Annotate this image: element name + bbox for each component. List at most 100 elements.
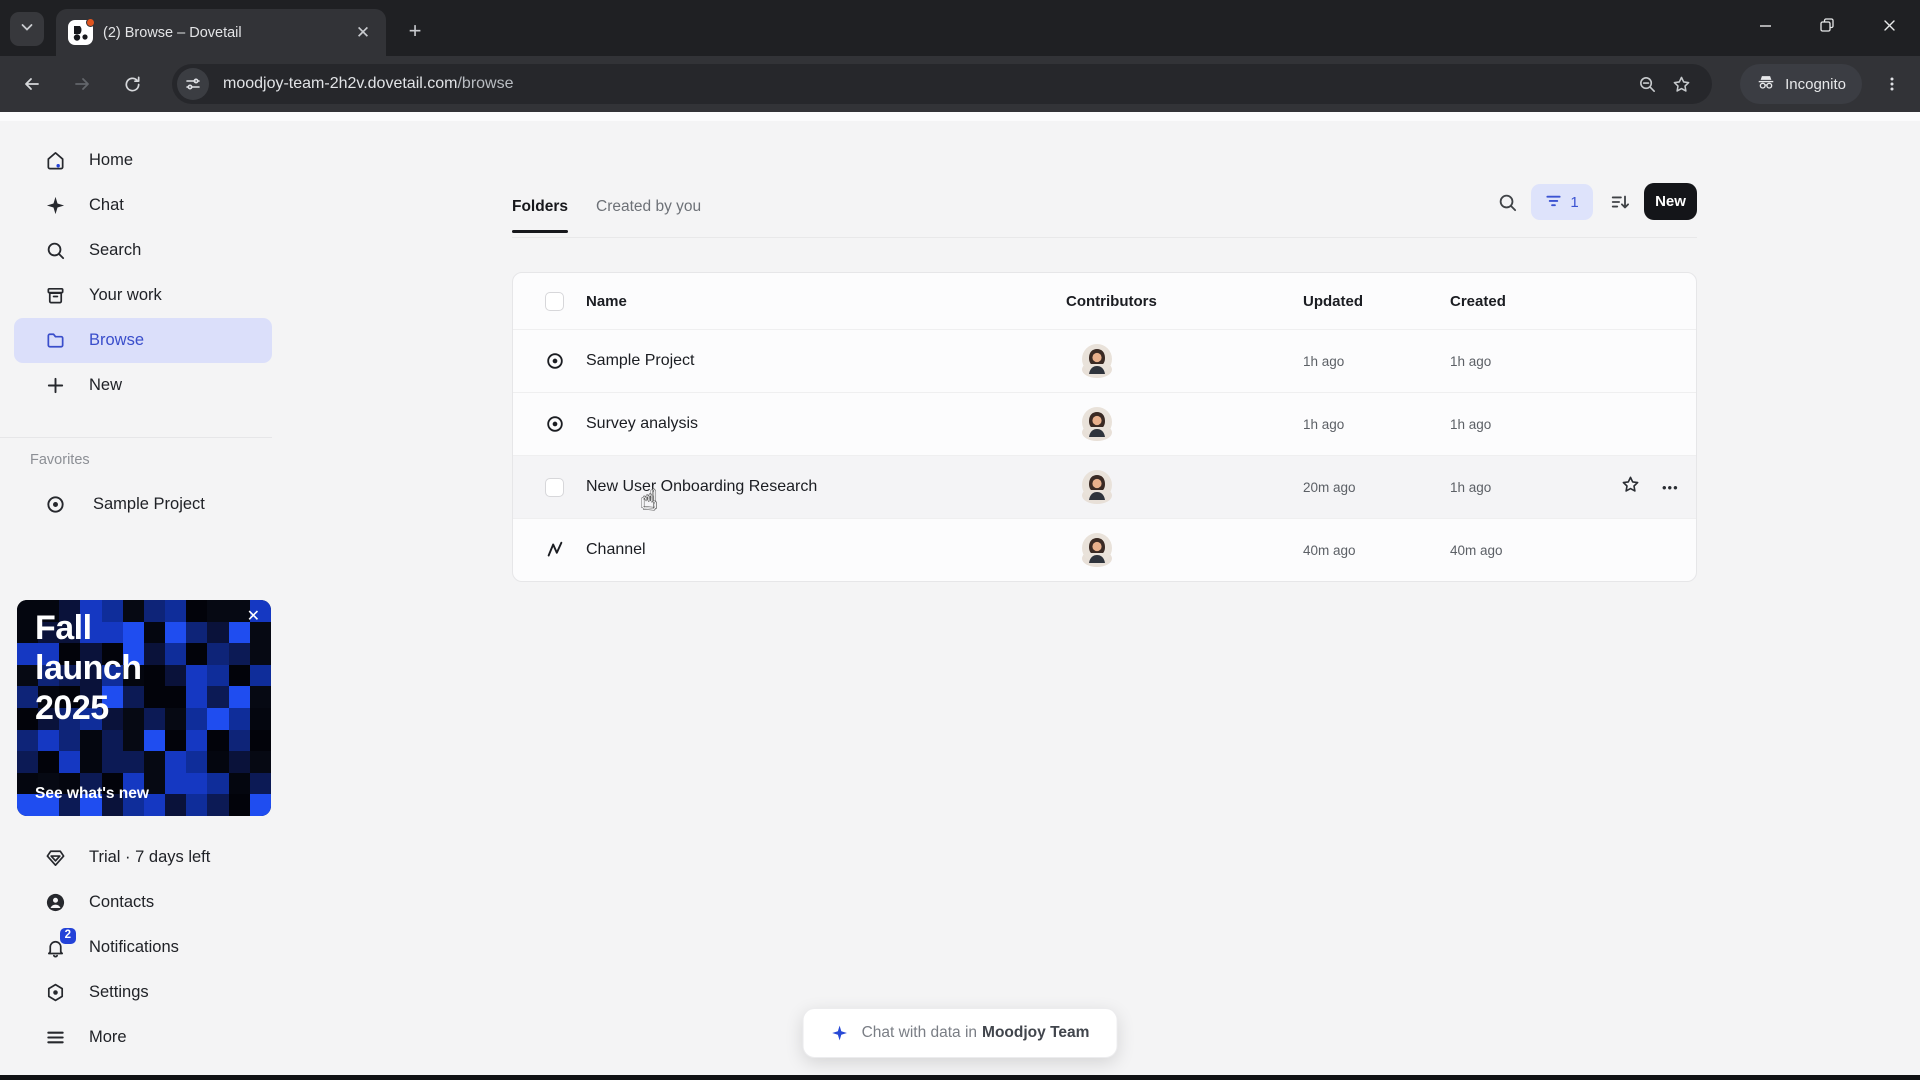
zoom-out-icon[interactable] [1630, 67, 1664, 101]
favorites-heading: Favorites [30, 452, 90, 468]
column-header-updated[interactable]: Updated [1293, 293, 1438, 310]
table-row[interactable]: Channel 40m ago 40m ago [513, 518, 1696, 581]
favorite-star-icon[interactable] [1621, 475, 1640, 499]
tab-folders[interactable]: Folders [512, 198, 568, 233]
search-icon [44, 240, 66, 261]
sidebar-item-label: New [89, 376, 123, 394]
chevron-down-icon [20, 20, 34, 39]
forward-button[interactable] [66, 68, 98, 100]
new-tab-button[interactable]: + [400, 16, 430, 46]
sidebar-item-trial[interactable]: Trial · 7 days left [14, 835, 272, 880]
contributor-avatar [1082, 343, 1112, 378]
promo-close-icon[interactable]: ✕ [247, 606, 260, 626]
sidebar-item-label: Your work [89, 286, 162, 304]
sidebar-footer: Trial · 7 days left Contacts 2 Notificat… [0, 835, 290, 1060]
project-target-icon [545, 351, 565, 371]
back-button[interactable] [16, 68, 48, 100]
row-updated: 1h ago [1303, 416, 1345, 432]
row-name[interactable]: Survey analysis [573, 415, 1053, 433]
sidebar-nav: Home Chat Search Your work Browse New [0, 138, 290, 408]
sidebar-item-home[interactable]: Home [14, 138, 272, 183]
promo-title: Fall launch 2025 [35, 609, 142, 728]
table-search-button[interactable] [1490, 185, 1524, 219]
row-created: 1h ago [1450, 479, 1492, 495]
sparkle-icon [831, 1024, 849, 1042]
promo-card-fall-launch[interactable]: Fall launch 2025 See what's new ✕ [17, 600, 271, 816]
favorites-list: Sample Project [0, 482, 290, 527]
table-row-hovered[interactable]: New User Onboarding Research 20m ago 1h … [513, 455, 1696, 518]
sidebar-item-label: More [89, 1028, 127, 1046]
plus-icon [44, 375, 66, 396]
sidebar-item-label: Browse [89, 331, 145, 349]
home-icon [44, 150, 66, 171]
row-name[interactable]: Sample Project [573, 352, 1053, 370]
sidebar-item-contacts[interactable]: Contacts [14, 880, 272, 925]
window-close-button[interactable] [1858, 0, 1920, 50]
incognito-label: Incognito [1785, 75, 1846, 93]
browser-menu-button[interactable] [1878, 70, 1906, 98]
bell-icon: 2 [44, 928, 76, 958]
sidebar-item-chat[interactable]: Chat [14, 183, 272, 228]
search-icon [1499, 194, 1516, 211]
row-checkbox[interactable] [545, 477, 564, 497]
browser-tab[interactable]: (2) Browse – Dovetail ✕ [56, 9, 386, 56]
sidebar-item-your-work[interactable]: Your work [14, 273, 272, 318]
url-text[interactable]: moodjoy-team-2h2v.dovetail.com/browse [223, 75, 1630, 93]
row-name[interactable]: Channel [573, 541, 1053, 559]
notifications-count-badge: 2 [59, 928, 76, 944]
browser-tab-strip: (2) Browse – Dovetail ✕ + [0, 0, 1920, 56]
contributor-avatar [1082, 469, 1112, 504]
sidebar-item-label: Home [89, 151, 134, 169]
sidebar-item-label: Notifications [89, 938, 179, 956]
window-restore-button[interactable] [1796, 0, 1858, 50]
tab-title: (2) Browse – Dovetail [103, 24, 242, 41]
promo-cta[interactable]: See what's new [35, 785, 149, 803]
folders-table: Name Contributors Updated Created Sample… [512, 272, 1697, 582]
select-all-checkbox[interactable] [545, 291, 564, 311]
contributor-avatar [1082, 532, 1112, 567]
sidebar-item-label: Contacts [89, 893, 155, 911]
tab-close-icon[interactable]: ✕ [352, 22, 374, 44]
chat-with-data-toast[interactable]: Chat with data in Moodjoy Team [802, 1008, 1118, 1058]
hamburger-icon [44, 1027, 66, 1048]
column-header-contributors[interactable]: Contributors [1053, 293, 1293, 310]
sidebar-item-new[interactable]: New [14, 363, 272, 408]
dovetail-favicon-icon [68, 18, 95, 45]
sidebar-item-more[interactable]: More [14, 1015, 272, 1060]
tab-created-by-you[interactable]: Created by you [596, 198, 701, 216]
toast-text: Chat with data in [861, 1024, 978, 1041]
row-menu-icon[interactable]: ••• [1662, 480, 1679, 495]
reload-button[interactable] [116, 68, 148, 100]
sidebar-item-settings[interactable]: Settings [14, 970, 272, 1015]
table-row[interactable]: Sample Project 1h ago 1h ago [513, 329, 1696, 392]
filter-button[interactable]: 1 [1531, 184, 1593, 220]
favorite-item-label: Sample Project [93, 495, 205, 513]
table-header-row: Name Contributors Updated Created [513, 273, 1696, 329]
incognito-badge: Incognito [1740, 64, 1862, 104]
sort-button[interactable] [1603, 185, 1637, 219]
row-updated: 40m ago [1303, 542, 1356, 558]
column-header-name[interactable]: Name [573, 293, 1053, 310]
column-header-created[interactable]: Created [1438, 293, 1603, 310]
sidebar-item-label: Settings [89, 983, 149, 1001]
window-minimize-button[interactable] [1734, 0, 1796, 50]
sidebar-item-notifications[interactable]: 2 Notifications [14, 925, 272, 970]
sidebar-item-browse[interactable]: Browse [14, 318, 272, 363]
row-created: 1h ago [1450, 353, 1492, 369]
sidebar-item-search[interactable]: Search [14, 228, 272, 273]
sidebar-divider [0, 437, 272, 438]
dovetail-app: Home Chat Search Your work Browse New Fa… [0, 112, 1920, 1075]
bookmark-star-icon[interactable] [1664, 67, 1698, 101]
address-bar[interactable]: moodjoy-team-2h2v.dovetail.com/browse [172, 64, 1712, 104]
project-target-icon [545, 414, 565, 434]
new-folder-button[interactable]: New [1644, 183, 1697, 220]
tab-search-button[interactable] [10, 12, 44, 46]
row-created: 40m ago [1450, 542, 1503, 558]
filter-icon [1545, 192, 1562, 213]
row-updated: 1h ago [1303, 353, 1345, 369]
favorite-item-sample-project[interactable]: Sample Project [14, 482, 272, 527]
filter-count: 1 [1570, 193, 1579, 211]
table-row[interactable]: Survey analysis 1h ago 1h ago [513, 392, 1696, 455]
window-bottom-edge [0, 1075, 1920, 1080]
site-info-icon[interactable] [177, 68, 209, 100]
